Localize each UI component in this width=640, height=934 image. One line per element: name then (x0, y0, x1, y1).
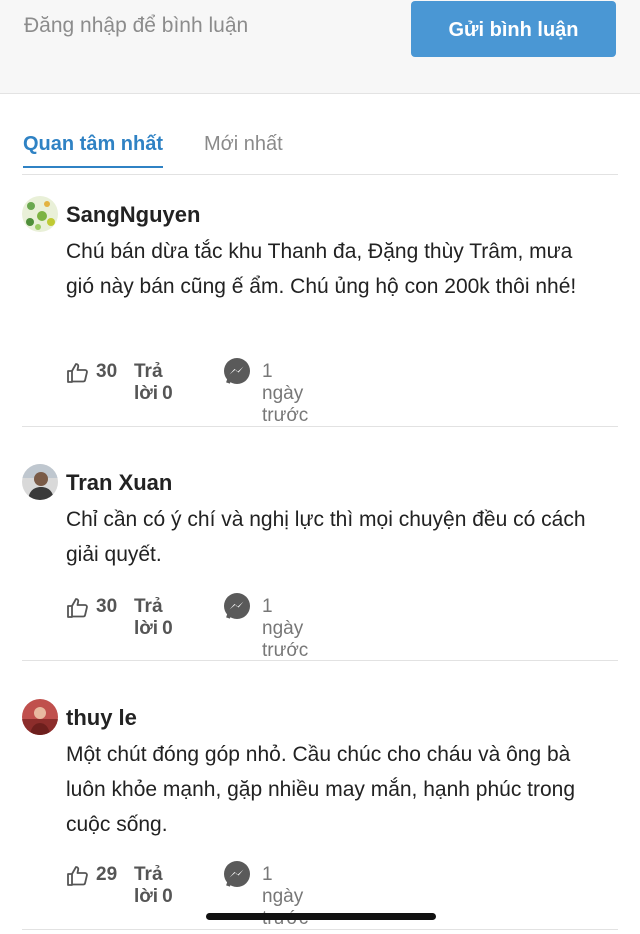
avatar[interactable] (22, 699, 58, 735)
avatar[interactable] (22, 464, 58, 500)
comment-time: 1 ngày trước (262, 596, 309, 661)
comment-item: thuy le Một chút đóng góp nhỏ. Cầu chúc … (22, 697, 618, 930)
send-comment-button[interactable]: Gửi bình luận (411, 1, 616, 57)
comment-text: Một chút đóng góp nhỏ. Cầu chúc cho cháu… (66, 743, 576, 836)
home-indicator[interactable] (206, 913, 436, 920)
thumbs-up-icon[interactable] (66, 596, 90, 620)
comment-input[interactable]: Đăng nhập để bình luận (24, 14, 248, 38)
reply-count: 0 (162, 618, 173, 639)
reply-count: 0 (162, 886, 173, 907)
messenger-icon[interactable] (222, 357, 252, 387)
tab-newest[interactable]: Mới nhất (204, 133, 283, 156)
reply-label: Trả lời (134, 864, 163, 907)
reply-label: Trả lời (134, 596, 163, 639)
comment-item: Tran Xuan Chỉ cần có ý chí và nghị lực t… (22, 462, 618, 661)
comment-divider (22, 929, 618, 930)
like-count: 30 (96, 596, 118, 617)
comment-text: Chỉ cần có ý chí và nghị lực thì mọi chu… (66, 508, 586, 566)
like-count: 30 (96, 361, 118, 382)
reply-button[interactable]: Trả lời 0 (134, 864, 173, 908)
comment-author[interactable]: SangNguyen (66, 202, 200, 228)
comment-sort-tabs: Quan tâm nhất Mới nhất (22, 128, 618, 175)
messenger-icon[interactable] (222, 860, 252, 890)
comment-text: Chú bán dừa tắc khu Thanh đa, Đặng thùy … (66, 240, 577, 298)
reply-label: Trả lời (134, 361, 163, 404)
comment-divider (22, 426, 618, 427)
comment-author[interactable]: thuy le (66, 705, 137, 731)
comment-time: 1 ngày trước (262, 864, 308, 929)
messenger-icon[interactable] (222, 592, 252, 622)
comment-time: 1 ngày trước (262, 361, 309, 426)
reply-button[interactable]: Trả lời 0 (134, 596, 173, 640)
comment-composer: Đăng nhập để bình luận Gửi bình luận (0, 0, 640, 94)
comment-author[interactable]: Tran Xuan (66, 470, 172, 496)
comment-divider (22, 660, 618, 661)
reply-button[interactable]: Trả lời 0 (134, 361, 173, 405)
reply-count: 0 (162, 383, 173, 404)
thumbs-up-icon[interactable] (66, 361, 90, 385)
thumbs-up-icon[interactable] (66, 864, 90, 888)
tab-most-relevant[interactable]: Quan tâm nhất (23, 133, 164, 168)
comment-item: SangNguyen Chú bán dừa tắc khu Thanh đa,… (22, 194, 618, 427)
like-count: 29 (96, 864, 118, 885)
avatar[interactable] (22, 196, 58, 232)
